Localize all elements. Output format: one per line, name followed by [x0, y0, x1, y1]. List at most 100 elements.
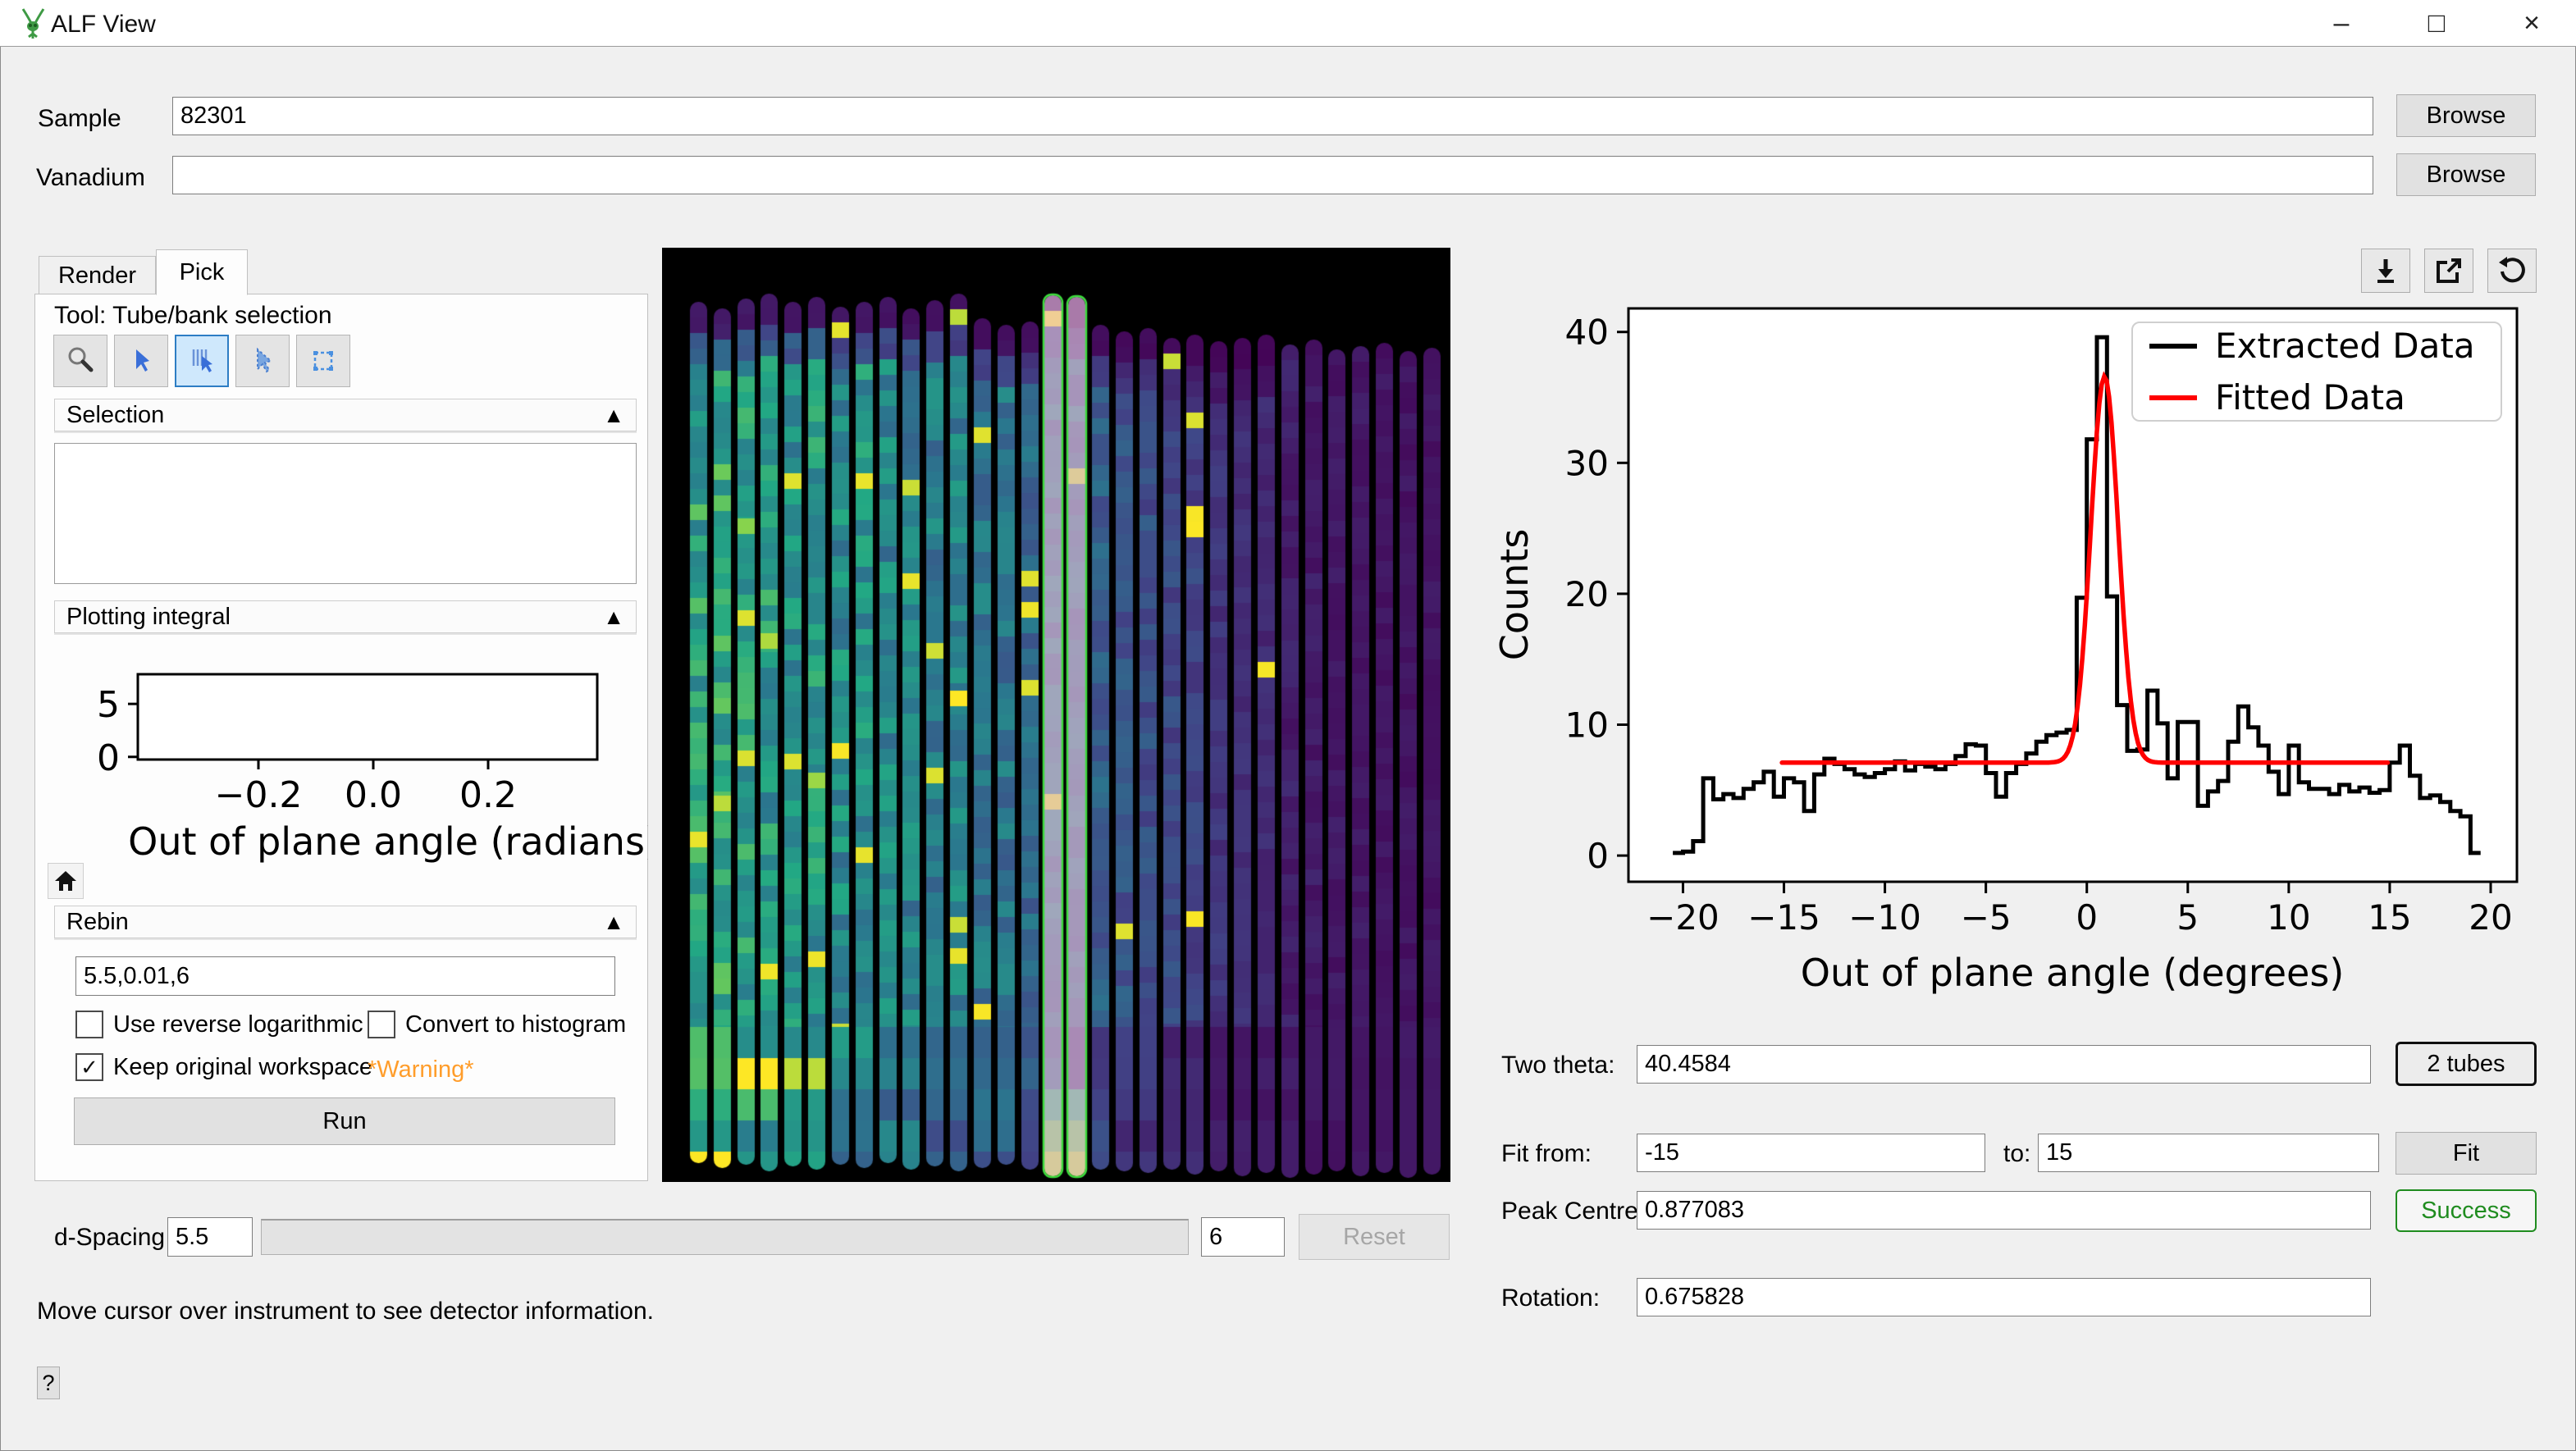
vanadium-input[interactable] [172, 156, 2373, 194]
svg-text:0: 0 [97, 737, 120, 779]
fit-from-label: Fit from: [1501, 1140, 1592, 1168]
fit-from-input[interactable] [1637, 1134, 1985, 1172]
selection-section-label: Selection [66, 402, 164, 429]
collapse-triangle-icon: ▲ [603, 605, 624, 630]
fit-to-input[interactable] [2038, 1134, 2379, 1172]
zoom-tool-button[interactable] [53, 335, 107, 387]
save-plot-button[interactable] [2361, 249, 2410, 293]
svg-text:10: 10 [2267, 897, 2310, 938]
tubes-count-button[interactable]: 2 tubes [2396, 1042, 2537, 1086]
dashed-rectangle-icon [307, 344, 340, 377]
svg-text:5: 5 [2176, 897, 2199, 938]
vanadium-label: Vanadium [36, 164, 145, 192]
edit-cursor-icon [246, 344, 279, 377]
reset-view-icon [2496, 255, 2528, 286]
svg-text:20: 20 [1565, 574, 1609, 614]
use-reverse-logarithmic-checkbox[interactable]: Use reverse logarithmic [75, 1011, 363, 1038]
collapse-triangle-icon: ▲ [603, 910, 624, 935]
plot-xlabel: Out of plane angle (degrees) [1801, 951, 2345, 995]
plot-legend: Extracted Data Fitted Data [2131, 322, 2502, 422]
rebin-section-header[interactable]: Rebin ▲ [54, 906, 637, 938]
sample-browse-button[interactable]: Browse [2396, 94, 2536, 137]
d-spacing-slider[interactable] [261, 1219, 1189, 1255]
fitted-data-swatch [2149, 395, 2197, 400]
rebin-section-label: Rebin [66, 909, 129, 936]
rotation-input[interactable] [1637, 1278, 2371, 1316]
sample-input[interactable] [172, 97, 2373, 135]
run-button[interactable]: Run [74, 1097, 615, 1145]
alf-view-window: { "window": { "title": "ALF View", "mini… [0, 0, 2576, 1451]
draw-rectangle-tool-button[interactable] [296, 335, 350, 387]
fit-status-button[interactable]: Success [2396, 1189, 2537, 1232]
svg-text:−20: −20 [1647, 897, 1720, 938]
open-external-plot-button[interactable] [2424, 249, 2473, 293]
d-spacing-from-input[interactable] [167, 1217, 253, 1257]
tube-select-icon [185, 344, 218, 377]
sample-label: Sample [38, 105, 121, 133]
svg-text:10: 10 [1565, 705, 1609, 745]
selection-list[interactable] [54, 443, 637, 584]
fit-to-label: to: [2003, 1140, 2030, 1168]
tab-render-label: Render [58, 262, 136, 290]
keep-original-workspace-checkbox[interactable]: ✓ Keep original workspace [75, 1053, 372, 1081]
peak-centre-input[interactable] [1637, 1191, 2371, 1230]
tab-pick[interactable]: Pick [156, 249, 248, 295]
legend-entry-fitted: Fitted Data [2149, 377, 2484, 418]
pointer-tool-button[interactable] [114, 335, 168, 387]
reset-button[interactable]: Reset [1299, 1214, 1450, 1260]
convert-to-histogram-label: Convert to histogram [405, 1011, 626, 1038]
two-theta-label: Two theta: [1501, 1052, 1615, 1079]
minimize-button[interactable]: – [2315, 2, 2368, 43]
tube-select-tool-button[interactable] [175, 335, 229, 387]
help-button[interactable]: ? [37, 1367, 60, 1399]
instrument-view[interactable] [662, 248, 1450, 1182]
keep-original-workspace-label: Keep original workspace [113, 1054, 372, 1081]
convert-to-histogram-checkbox[interactable]: Convert to histogram [368, 1011, 626, 1038]
home-icon [53, 869, 78, 892]
svg-text:0: 0 [1587, 836, 1609, 876]
svg-text:15: 15 [2368, 897, 2411, 938]
two-theta-input[interactable] [1637, 1045, 2371, 1084]
checkbox-icon [368, 1011, 395, 1038]
magnifier-icon [64, 344, 97, 377]
checkbox-icon [75, 1011, 103, 1038]
plotting-integral-section-label: Plotting integral [66, 604, 231, 631]
rotation-label: Rotation: [1501, 1284, 1600, 1312]
plot-ylabel: Counts [1492, 529, 1537, 661]
window-title: ALF View [51, 11, 156, 39]
svg-text:0.0: 0.0 [345, 774, 402, 816]
rebin-warning-text: *Warning* [368, 1056, 473, 1084]
mini-plot-home-button[interactable] [48, 863, 84, 899]
extracted-data-label: Extracted Data [2215, 326, 2475, 366]
close-button[interactable]: × [2505, 2, 2558, 43]
peak-centre-label: Peak Centre: [1501, 1198, 1645, 1225]
app-mantid-icon [16, 7, 49, 41]
whole-tube-select-tool-button[interactable] [235, 335, 290, 387]
fit-button[interactable]: Fit [2396, 1132, 2537, 1175]
use-reverse-logarithmic-label: Use reverse logarithmic [113, 1011, 363, 1038]
selection-section-header[interactable]: Selection ▲ [54, 399, 637, 431]
status-text: Move cursor over instrument to see detec… [37, 1298, 654, 1326]
external-link-icon [2434, 256, 2464, 285]
maximize-button[interactable]: □ [2410, 2, 2463, 43]
cursor-icon [125, 344, 158, 377]
vanadium-browse-button[interactable]: Browse [2396, 153, 2536, 196]
mini-plot-xlabel: Out of plane angle (radians) [128, 819, 648, 864]
svg-text:40: 40 [1565, 313, 1609, 353]
title-bar: ALF View – □ × [0, 0, 2576, 47]
rebin-params-input[interactable] [75, 956, 615, 996]
svg-text:−15: −15 [1747, 897, 1820, 938]
extracted-data-swatch [2149, 344, 2197, 349]
legend-entry-extracted: Extracted Data [2149, 326, 2484, 366]
tab-pick-label: Pick [180, 259, 225, 286]
d-spacing-to-input[interactable] [1201, 1217, 1285, 1257]
svg-text:−0.2: −0.2 [215, 774, 303, 816]
svg-text:−10: −10 [1848, 897, 1921, 938]
fitted-data-label: Fitted Data [2215, 377, 2405, 418]
reset-plot-button[interactable] [2487, 249, 2537, 293]
d-spacing-label: d-Spacing [54, 1224, 165, 1252]
svg-text:5: 5 [97, 684, 120, 726]
tab-render[interactable]: Render [39, 256, 156, 294]
plotting-integral-section-header[interactable]: Plotting integral ▲ [54, 600, 637, 633]
tool-label: Tool: Tube/bank selection [54, 302, 332, 330]
